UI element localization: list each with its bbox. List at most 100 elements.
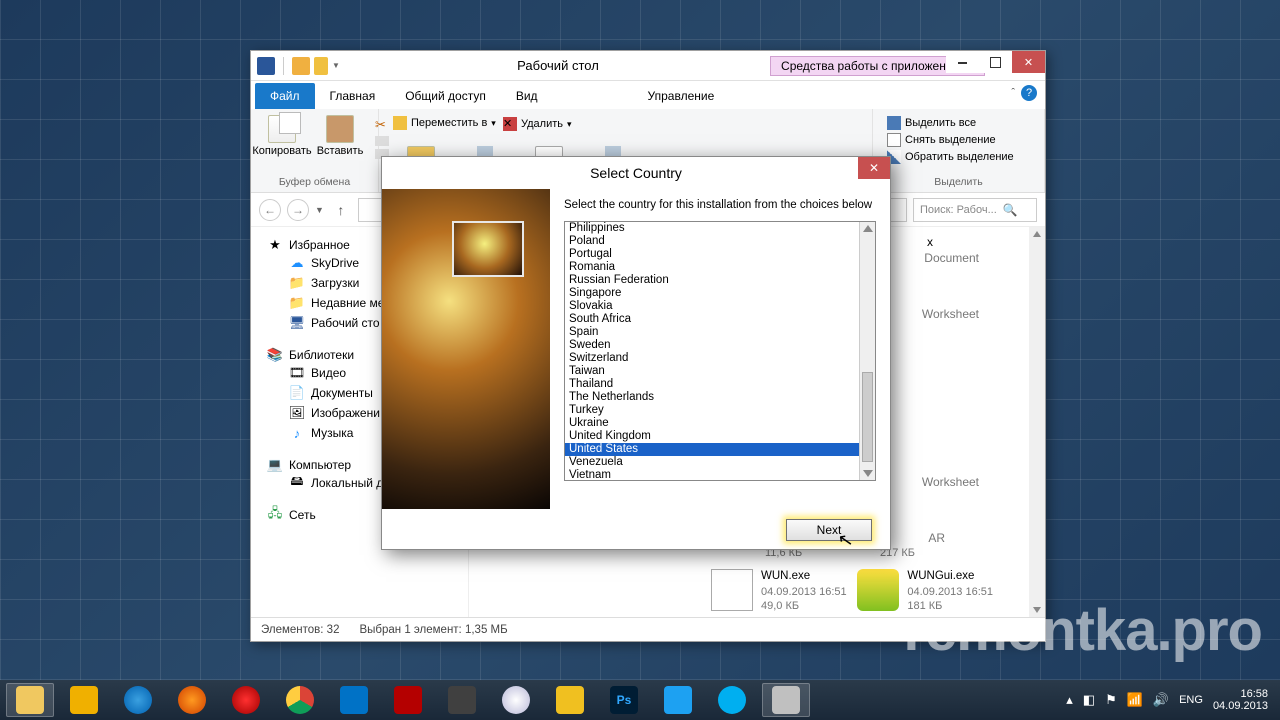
clear-selection-button[interactable]: Снять выделение [887,132,1030,148]
qat-properties-icon[interactable] [292,57,310,75]
tab-home[interactable]: Главная [315,83,391,109]
taskbar-filezilla[interactable] [384,683,432,717]
back-button[interactable]: ← [259,199,281,221]
network-icon: 🖧 [267,507,283,523]
country-option[interactable]: South Africa [565,313,859,326]
taskbar: Ps ▴ ◧ ⚑ 📶 🔊 ENG 16:58 04.09.2013 [0,680,1280,720]
ie-icon [124,686,152,714]
tray-volume-icon[interactable]: 🔊 [1153,692,1169,708]
country-option[interactable]: Romania [565,261,859,274]
country-option[interactable]: Russian Federation [565,274,859,287]
country-option[interactable]: United States [565,443,859,456]
file-wun[interactable]: WUN.exe 04.09.2013 16:51 49,0 КБ [711,569,847,614]
taskbar-installer[interactable] [762,683,810,717]
country-option[interactable]: Switzerland [565,352,859,365]
country-option[interactable]: Turkey [565,404,859,417]
taskbar-chrome[interactable] [276,683,324,717]
installer-thumbnail [452,221,524,277]
country-option[interactable]: Portugal [565,248,859,261]
next-button[interactable]: Next [786,519,872,541]
taskbar-twitter[interactable] [654,683,702,717]
taskbar-clock[interactable] [492,683,540,717]
installer-icon [857,569,899,611]
select-all-label: Выделить все [905,117,976,129]
copy-icon [268,115,296,143]
taskbar-jd[interactable] [546,683,594,717]
explorer-close-button[interactable] [1012,51,1045,73]
search-input[interactable]: Поиск: Рабоч... 🔍 [913,198,1037,222]
up-button[interactable]: ↑ [330,199,352,221]
chevron-down-icon: ▾ [567,119,572,130]
country-option[interactable]: Venezuela [565,456,859,469]
country-option[interactable]: Philippines [565,222,859,235]
copy-button[interactable]: Копировать [259,115,305,157]
help-icon[interactable]: ? [1021,85,1037,101]
sidebar-computer-label: Компьютер [289,458,351,472]
tray-show-hidden-icon[interactable]: ▴ [1066,692,1073,708]
outlook-icon [340,686,368,714]
minimize-button[interactable] [946,51,979,73]
forward-button[interactable]: → [287,199,309,221]
explorer-title-bar[interactable]: ▼ Рабочий стол Средства работы с приложе… [251,51,1045,81]
tray-flag-icon[interactable]: ⚑ [1105,692,1117,708]
tray-time: 16:58 [1240,688,1268,700]
opera-icon [232,686,260,714]
maximize-button[interactable] [979,51,1012,73]
country-option[interactable]: Poland [565,235,859,248]
taskbar-explorer[interactable] [6,683,54,717]
system-tray: ▴ ◧ ⚑ 📶 🔊 ENG 16:58 04.09.2013 [1066,688,1274,712]
country-listbox[interactable]: PhilippinesPolandPortugalRomaniaRussian … [565,222,859,480]
tab-manage[interactable]: Управление [633,83,730,109]
country-option[interactable]: The Netherlands [565,391,859,404]
paste-button[interactable]: Вставить [317,115,363,157]
tray-language[interactable]: ENG [1179,694,1203,706]
country-option[interactable]: Thailand [565,378,859,391]
taskbar-ps[interactable]: Ps [600,683,648,717]
tab-file[interactable]: Файл [255,83,315,109]
explorer-icon [16,686,44,714]
sidebar-libs-label: Библиотеки [289,348,354,362]
country-option[interactable]: Taiwan [565,365,859,378]
history-dropdown-icon[interactable]: ▼ [315,205,324,215]
installer-close-button[interactable]: ✕ [858,157,890,179]
invert-selection-button[interactable]: Обратить выделение [887,149,1030,165]
installer-title-bar[interactable]: Select Country ✕ [382,157,890,189]
country-option[interactable]: Singapore [565,287,859,300]
clock-icon [502,686,530,714]
tab-view[interactable]: Вид [501,83,553,109]
content-scrollbar[interactable] [1029,227,1045,617]
country-option[interactable]: Ukraine [565,417,859,430]
country-option[interactable]: Slovakia [565,300,859,313]
taskbar-skype[interactable] [708,683,756,717]
taskbar-ie[interactable] [114,683,162,717]
qat-newfolder-icon[interactable] [314,57,328,75]
taskbar-outlook[interactable] [330,683,378,717]
taskbar-firefox[interactable] [168,683,216,717]
status-selection: Выбран 1 элемент: 1,35 МБ [359,624,507,636]
move-icon [393,116,407,130]
installer-prompt: Select the country for this installation… [564,199,876,211]
country-option[interactable]: Sweden [565,339,859,352]
country-option[interactable]: Spain [565,326,859,339]
sublime-icon [448,686,476,714]
select-all-button[interactable]: Выделить все [887,115,1030,131]
taskbar-tips[interactable] [60,683,108,717]
taskbar-opera[interactable] [222,683,270,717]
tray-apps-icon[interactable]: ◧ [1083,692,1095,708]
qat-dropdown-icon[interactable]: ▼ [332,61,340,70]
desktop-icon: 🖥 [289,315,305,331]
delete-button[interactable]: ✕Удалить▾ [503,116,858,132]
taskbar-sublime[interactable] [438,683,486,717]
listbox-scrollbar[interactable] [859,222,875,480]
ribbon-collapse-icon[interactable]: ˆ [1011,87,1015,99]
tab-share[interactable]: Общий доступ [390,83,501,109]
delete-label: Удалить [521,118,563,130]
computer-icon: 💻 [267,457,283,473]
drive-icon: 🖴 [289,475,305,491]
country-option[interactable]: United Kingdom [565,430,859,443]
video-icon: 🎞 [289,365,305,381]
country-option[interactable]: Vietnam [565,469,859,480]
tray-clock[interactable]: 16:58 04.09.2013 [1213,688,1268,712]
tray-network-icon[interactable]: 📶 [1127,692,1143,708]
scrollbar-thumb[interactable] [862,372,873,462]
